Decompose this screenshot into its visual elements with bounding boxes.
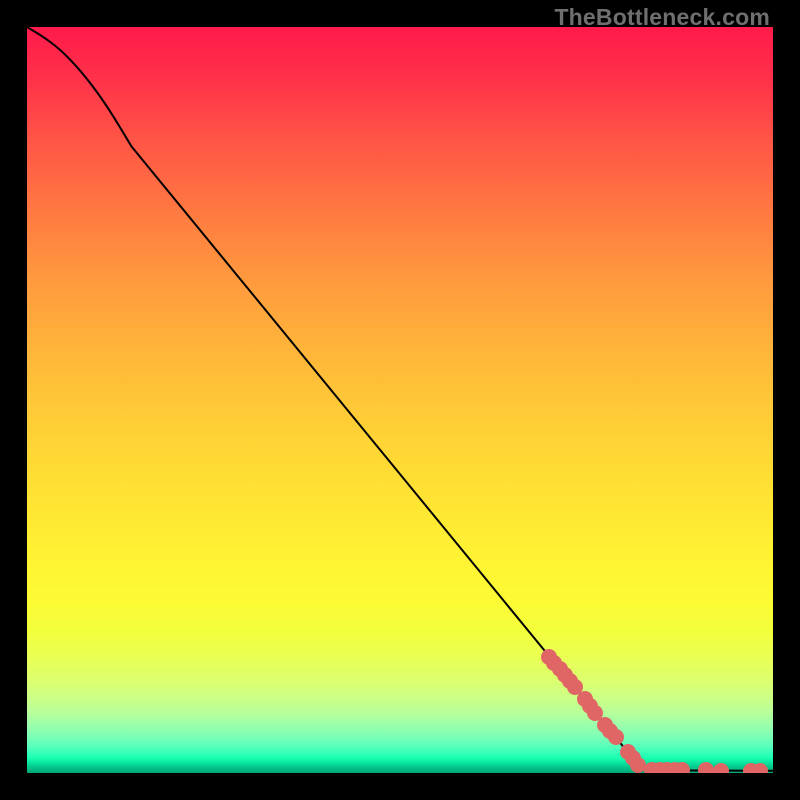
curve-marker [752, 763, 768, 773]
curve-marker [698, 762, 714, 773]
curve-marker [608, 729, 624, 745]
plot-area [27, 27, 773, 773]
curve-marker [674, 762, 690, 773]
chart-stage: TheBottleneck.com [0, 0, 800, 800]
curve-marker [713, 763, 729, 773]
curve-markers [27, 27, 773, 773]
